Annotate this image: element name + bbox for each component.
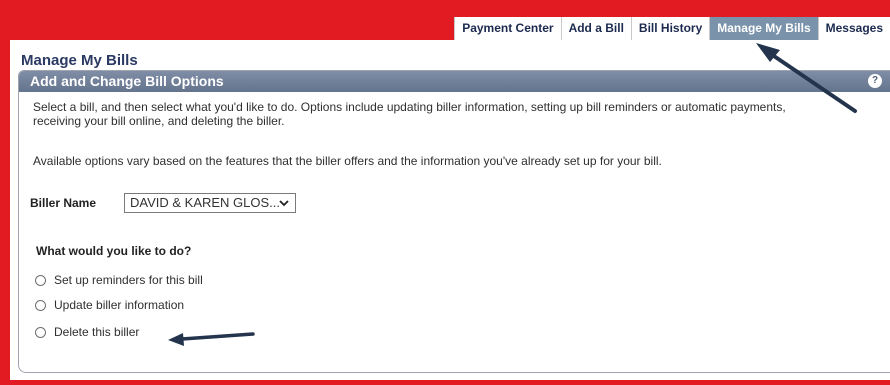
option-set-reminders[interactable]: Set up reminders for this bill [35, 273, 203, 287]
option-delete-biller[interactable]: Delete this biller [35, 325, 139, 339]
chevron-down-icon [279, 200, 289, 207]
option-label: Update biller information [54, 298, 185, 312]
panel-header: Add and Change Bill Options ? [19, 71, 890, 92]
panel-title: Add and Change Bill Options [30, 73, 224, 89]
biller-select-value: DAVID & KAREN GLOS... [130, 195, 281, 210]
biller-name-label: Biller Name [30, 196, 97, 210]
option-label: Set up reminders for this bill [54, 273, 203, 287]
bill-options-panel: Add and Change Bill Options ? Select a b… [18, 70, 890, 373]
biller-select[interactable]: DAVID & KAREN GLOS... [124, 193, 296, 213]
intro-text: Select a bill, and then select what you'… [33, 100, 786, 128]
top-nav-tabs: Payment Center Add a Bill Bill History M… [454, 17, 890, 40]
page-title: Manage My Bills [21, 52, 138, 69]
tab-bill-history[interactable]: Bill History [630, 17, 710, 40]
option-update-biller[interactable]: Update biller information [35, 298, 184, 312]
radio-update-biller[interactable] [35, 299, 46, 311]
tab-add-a-bill[interactable]: Add a Bill [560, 17, 631, 40]
option-label: Delete this biller [54, 325, 140, 339]
radio-set-reminders[interactable] [35, 274, 46, 286]
options-note: Available options vary based on the feat… [33, 154, 662, 168]
tab-manage-my-bills[interactable]: Manage My Bills [709, 17, 818, 40]
help-icon[interactable]: ? [868, 74, 882, 88]
tab-messages[interactable]: Messages [817, 17, 890, 40]
action-question: What would you like to do? [36, 244, 192, 258]
tab-payment-center[interactable]: Payment Center [454, 17, 561, 40]
radio-delete-biller[interactable] [35, 326, 46, 338]
